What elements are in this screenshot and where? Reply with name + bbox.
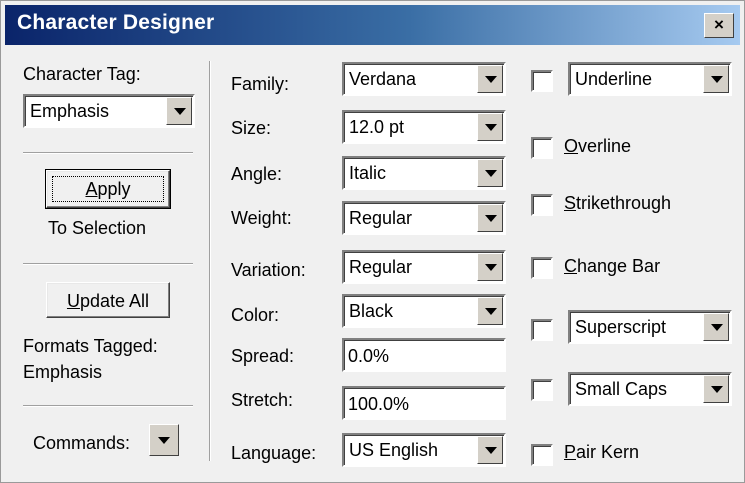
chevron-down-icon[interactable] xyxy=(703,313,729,341)
commands-label: Commands: xyxy=(33,433,131,453)
size-label: Size: xyxy=(231,118,272,138)
strikethrough-checkbox[interactable] xyxy=(531,194,553,216)
chevron-down-icon[interactable] xyxy=(477,253,503,281)
strikethrough-label[interactable]: Strikethrough xyxy=(564,193,671,214)
pair-kern-checkbox[interactable] xyxy=(531,444,553,466)
spread-input[interactable]: 0.0% xyxy=(342,338,506,372)
change-bar-checkbox[interactable] xyxy=(531,257,553,279)
update-all-button[interactable]: Update All xyxy=(46,282,170,318)
language-label: Language: xyxy=(231,443,317,463)
weight-value: Regular xyxy=(349,208,413,228)
character-tag-dropdown[interactable]: Emphasis xyxy=(23,94,195,128)
apply-button-label: Apply xyxy=(85,179,131,199)
small-caps-value: Small Caps xyxy=(575,379,668,399)
superscript-checkbox[interactable] xyxy=(531,319,553,341)
chevron-down-icon[interactable] xyxy=(477,159,503,187)
spread-value: 0.0% xyxy=(348,346,390,366)
chevron-down-icon[interactable] xyxy=(477,436,503,464)
divider xyxy=(23,263,193,265)
close-button[interactable]: × xyxy=(704,13,734,38)
chevron-down-icon[interactable] xyxy=(477,204,503,232)
overline-checkbox[interactable] xyxy=(531,137,553,159)
family-label: Family: xyxy=(231,74,289,94)
angle-label: Angle: xyxy=(231,164,283,184)
spread-label: Spread: xyxy=(231,346,295,366)
superscript-dropdown[interactable]: Superscript xyxy=(568,310,732,344)
divider xyxy=(23,152,193,154)
weight-dropdown[interactable]: Regular xyxy=(342,201,506,235)
color-dropdown[interactable]: Black xyxy=(342,294,506,328)
chevron-down-icon[interactable] xyxy=(149,424,179,456)
divider xyxy=(23,405,193,407)
chevron-down-icon[interactable] xyxy=(703,65,729,93)
change-bar-label[interactable]: Change Bar xyxy=(564,256,660,277)
chevron-down-icon[interactable] xyxy=(477,113,503,141)
size-dropdown[interactable]: 12.0 pt xyxy=(342,110,506,144)
variation-label: Variation: xyxy=(231,260,306,280)
underline-value: Underline xyxy=(575,69,653,89)
chevron-down-icon[interactable] xyxy=(166,97,192,125)
vertical-divider xyxy=(209,61,211,461)
overline-label[interactable]: Overline xyxy=(564,136,631,157)
pair-kern-label[interactable]: Pair Kern xyxy=(564,442,639,463)
character-tag-value: Emphasis xyxy=(30,101,110,121)
superscript-value: Superscript xyxy=(575,317,667,337)
angle-value: Italic xyxy=(349,163,387,183)
close-icon: × xyxy=(714,15,724,34)
window-title: Character Designer xyxy=(17,11,215,34)
chevron-down-icon[interactable] xyxy=(703,375,729,403)
update-all-button-label: Update All xyxy=(66,291,150,311)
stretch-input[interactable]: 100.0% xyxy=(342,386,506,420)
language-value: US English xyxy=(349,440,439,460)
variation-dropdown[interactable]: Regular xyxy=(342,250,506,284)
variation-value: Regular xyxy=(349,257,413,277)
character-tag-label: Character Tag: xyxy=(23,64,141,84)
stretch-label: Stretch: xyxy=(231,390,294,410)
family-dropdown[interactable]: Verdana xyxy=(342,62,506,96)
color-label: Color: xyxy=(231,305,280,325)
formats-tagged-value: Emphasis xyxy=(23,362,103,382)
chevron-down-icon[interactable] xyxy=(477,297,503,325)
chevron-down-icon[interactable] xyxy=(477,65,503,93)
language-dropdown[interactable]: US English xyxy=(342,433,506,467)
character-designer-window: Character Designer × Character Tag: Emph… xyxy=(0,0,745,483)
underline-checkbox[interactable] xyxy=(531,70,553,92)
small-caps-dropdown[interactable]: Small Caps xyxy=(568,372,732,406)
title-bar[interactable]: Character Designer × xyxy=(5,5,740,45)
stretch-value: 100.0% xyxy=(348,394,410,414)
to-selection-label: To Selection xyxy=(48,218,147,238)
underline-dropdown[interactable]: Underline xyxy=(568,62,732,96)
family-value: Verdana xyxy=(349,69,417,89)
small-caps-checkbox[interactable] xyxy=(531,379,553,401)
weight-label: Weight: xyxy=(231,208,292,228)
apply-button[interactable]: Apply xyxy=(45,169,171,209)
formats-tagged-label: Formats Tagged: xyxy=(23,336,158,356)
angle-dropdown[interactable]: Italic xyxy=(342,156,506,190)
commands-menu[interactable] xyxy=(149,424,187,458)
size-value: 12.0 pt xyxy=(349,117,405,137)
color-value: Black xyxy=(349,301,394,321)
